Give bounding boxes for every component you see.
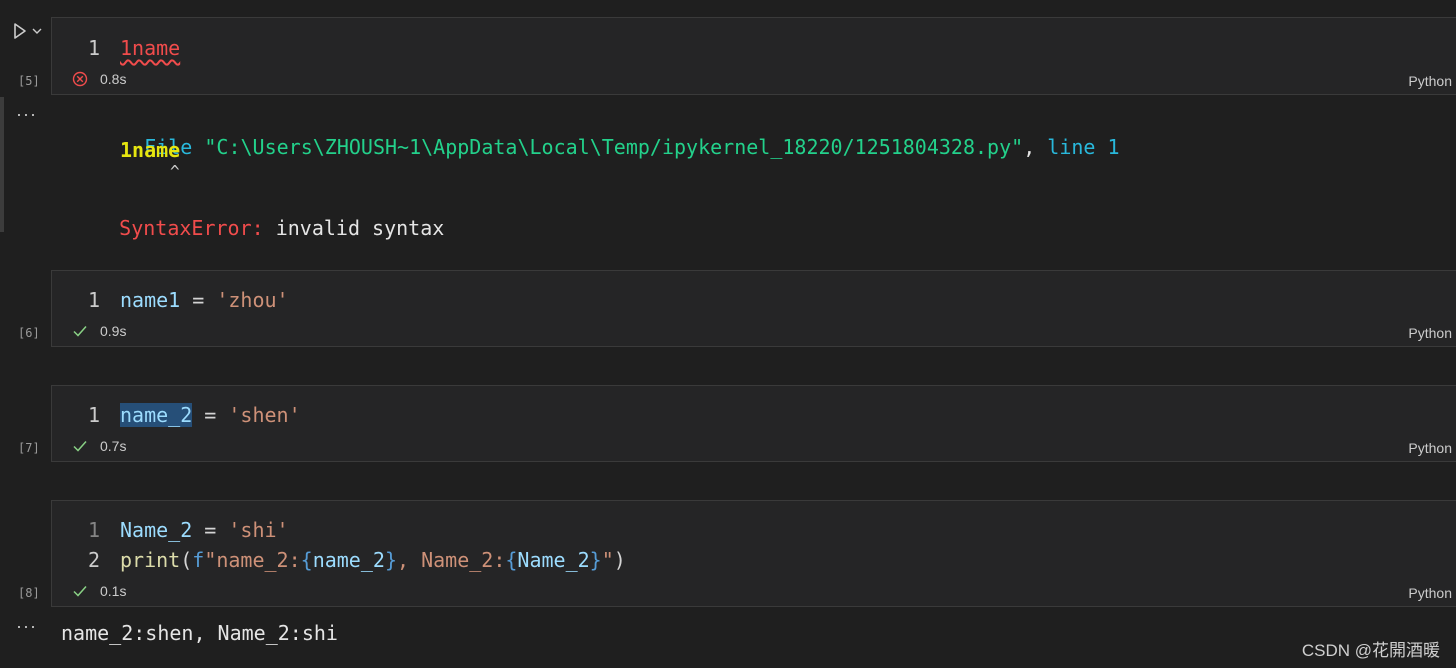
traceback-code: 1name xyxy=(120,138,181,162)
code-line[interactable]: 1 Name_2 = 'shi' xyxy=(52,515,289,545)
variable: name1 xyxy=(120,288,181,312)
check-icon xyxy=(73,441,87,452)
brace: } xyxy=(589,548,602,572)
variable-highlighted: name_2 xyxy=(120,403,193,427)
cell-status: 0.9s xyxy=(72,323,126,339)
operator: = xyxy=(192,403,229,427)
variable: Name_2 xyxy=(120,518,193,542)
operator: = xyxy=(180,288,217,312)
function-name: print xyxy=(120,548,181,572)
notebook: 1 1name 0.8s Python [5] ··· File "C:\Use… xyxy=(0,0,1456,668)
brace: { xyxy=(505,548,518,572)
traceback-file-line: File "C:\Users\ZHOUSH~1\AppData\Local\Te… xyxy=(96,111,1120,183)
execution-count: [8] xyxy=(18,586,40,600)
output-collapse-bar[interactable] xyxy=(0,97,4,232)
error-icon xyxy=(72,71,88,87)
run-cell-button[interactable] xyxy=(12,22,42,40)
file-path: "C:\Users\ZHOUSH~1\AppData\Local\Temp/ip… xyxy=(204,135,1024,159)
string-literal: 'shi' xyxy=(228,518,289,542)
fstring-prefix: f xyxy=(192,548,205,572)
paren-close: ) xyxy=(613,548,626,572)
line-number: 1 xyxy=(87,403,100,427)
traceback-caret: ^ xyxy=(170,162,180,181)
output-menu-icon[interactable]: ··· xyxy=(16,104,37,125)
cell-status: 0.8s xyxy=(72,71,126,87)
output-menu-icon[interactable]: ··· xyxy=(16,616,37,637)
brace: { xyxy=(300,548,313,572)
execution-count: [6] xyxy=(18,326,40,340)
chevron-down-icon[interactable] xyxy=(32,26,42,36)
error-message: SyntaxError: invalid syntax xyxy=(71,192,444,264)
cell-language[interactable]: Python xyxy=(1408,325,1452,341)
watermark: CSDN @花開酒暖 xyxy=(1301,641,1440,660)
error-type: SyntaxError: xyxy=(119,216,264,240)
cell-status: 0.7s xyxy=(72,438,126,454)
cell-status: 0.1s xyxy=(72,583,126,599)
code-line[interactable]: 1 name1 = 'zhou' xyxy=(52,285,289,315)
string-literal: 'zhou' xyxy=(216,288,289,312)
error-text: invalid syntax xyxy=(275,216,445,240)
code-text: 1name xyxy=(120,36,181,60)
string-part: "name_2: xyxy=(204,548,301,572)
execution-time: 0.8s xyxy=(100,71,127,87)
execution-count: [7] xyxy=(18,441,40,455)
operator: = xyxy=(192,518,229,542)
paren-open: ( xyxy=(180,548,193,572)
brace: } xyxy=(384,548,397,572)
code-cell[interactable]: 1 Name_2 = 'shi' 2 print(f "name_2:{name_… xyxy=(51,500,1456,607)
cell-language[interactable]: Python xyxy=(1408,73,1452,89)
check-icon xyxy=(73,586,87,597)
play-icon xyxy=(14,23,26,39)
execution-time: 0.9s xyxy=(100,323,127,339)
check-icon xyxy=(73,326,87,337)
string-part: , Name_2: xyxy=(396,548,506,572)
code-line[interactable]: 2 print(f "name_2:{name_2}, Name_2:{Name_… xyxy=(52,545,626,575)
code-cell[interactable]: 1 name1 = 'zhou' 0.9s Python xyxy=(51,270,1456,347)
line-number: 1 xyxy=(87,518,100,542)
string-literal: 'shen' xyxy=(228,403,301,427)
execution-time: 0.1s xyxy=(100,583,127,599)
string-part: " xyxy=(601,548,614,572)
line-number: 1 xyxy=(87,288,100,312)
code-line[interactable]: 1 1name xyxy=(52,33,180,63)
execution-count: [5] xyxy=(18,74,40,88)
comma: , xyxy=(1023,135,1036,159)
cell-language[interactable]: Python xyxy=(1408,440,1452,456)
line-number: 2 xyxy=(87,548,100,572)
code-cell[interactable]: 1 name_2 = 'shen' 0.7s Python xyxy=(51,385,1456,462)
stdout-text: name_2:shen, Name_2:shi xyxy=(61,621,338,645)
code-cell[interactable]: 1 1name 0.8s Python xyxy=(51,17,1456,95)
line-keyword: line 1 xyxy=(1047,135,1120,159)
execution-time: 0.7s xyxy=(100,438,127,454)
variable: name_2 xyxy=(312,548,385,572)
variable: Name_2 xyxy=(517,548,590,572)
cell-language[interactable]: Python xyxy=(1408,585,1452,601)
line-number: 1 xyxy=(87,36,100,60)
code-line[interactable]: 1 name_2 = 'shen' xyxy=(52,400,301,430)
